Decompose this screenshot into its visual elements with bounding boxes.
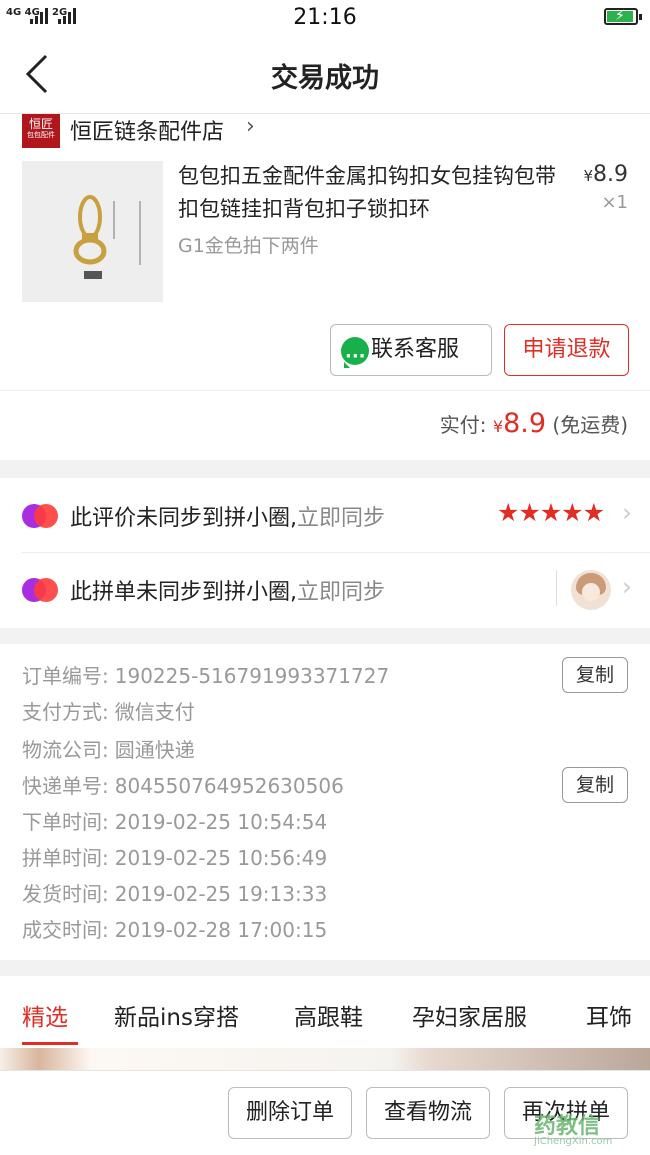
product-quantity: ×1 — [601, 192, 628, 213]
chevron-right-icon: › — [246, 114, 255, 139]
tab-maternity-wear[interactable]: 孕妇家居服 — [412, 998, 527, 1032]
copy-order-number-button[interactable]: 复制 — [562, 657, 628, 693]
shipping-note: (免运费) — [552, 413, 628, 437]
paid-amount: 8.9 — [503, 408, 547, 439]
info-label: 订单编号: — [22, 664, 109, 688]
sync-now-link[interactable]: 立即同步 — [297, 506, 385, 531]
info-label: 发货时间: — [22, 882, 109, 906]
divider — [22, 552, 650, 553]
price-value: 8.9 — [593, 162, 628, 187]
order-sync-text: 此拼单未同步到拼小圈,立即同步 — [70, 574, 385, 606]
info-label: 快递单号: — [22, 774, 109, 798]
product-price: ¥8.9 — [583, 162, 628, 187]
request-refund-button[interactable]: 申请退款 — [504, 324, 629, 376]
group-time-row: 拼单时间: 2019-02-25 10:56:49 — [22, 842, 327, 871]
group-time-value: 2019-02-25 10:56:49 — [114, 846, 328, 870]
section-gap — [0, 960, 650, 976]
watermark: 药教信 JiChengXin.com — [526, 1104, 646, 1152]
payment-method-row: 支付方式: 微信支付 — [22, 696, 195, 725]
pinxiaoquan-icon — [22, 504, 58, 530]
tab-featured[interactable]: 精选 — [22, 998, 68, 1032]
clock: 21:16 — [293, 5, 357, 30]
sync-now-link[interactable]: 立即同步 — [297, 580, 385, 605]
paid-label: 实付: — [439, 413, 487, 437]
tab-earrings[interactable]: 耳饰 — [586, 998, 632, 1032]
currency-symbol: ¥ — [492, 417, 504, 436]
chevron-right-icon: › — [622, 498, 632, 527]
payment-method-value: 微信支付 — [114, 700, 195, 724]
watermark-url: JiChengXin.com — [534, 1136, 613, 1147]
order-number-row: 订单编号: 190225-516791993371727 — [22, 660, 389, 689]
deal-time-row: 成交时间: 2019-02-28 17:00:15 — [22, 914, 327, 943]
order-sync-message: 此拼单未同步到拼小圈, — [70, 580, 297, 605]
tab-high-heels[interactable]: 高跟鞋 — [294, 998, 363, 1032]
currency-symbol: ¥ — [583, 167, 593, 185]
product-title[interactable]: 包包扣五金配件金属扣钩扣女包挂钩包带扣包链挂扣背包扣子锁扣环 — [178, 160, 558, 226]
shop-logo: 恒匠 包包配件 — [22, 114, 60, 148]
divider — [0, 390, 650, 391]
deal-time-value: 2019-02-28 17:00:15 — [114, 918, 328, 942]
active-tab-indicator — [22, 1042, 78, 1045]
copy-tracking-number-button[interactable]: 复制 — [562, 767, 628, 803]
info-label: 下单时间: — [22, 810, 109, 834]
rating-stars: ★★★★★ — [496, 498, 605, 527]
product-spec: G1金色拍下两件 — [178, 235, 319, 257]
avatar — [571, 570, 611, 610]
clasp-image — [22, 161, 163, 302]
review-sync-row[interactable]: 此评价未同步到拼小圈,立即同步 ★★★★★ › — [0, 480, 650, 552]
delete-order-button[interactable]: 删除订单 — [228, 1087, 352, 1139]
order-time-row: 下单时间: 2019-02-25 10:54:54 — [22, 806, 327, 835]
tab-ins-outfits[interactable]: 新品ins穿搭 — [114, 998, 239, 1032]
ship-time-row: 发货时间: 2019-02-25 19:13:33 — [22, 878, 327, 907]
order-number-value: 190225-516791993371727 — [114, 664, 390, 688]
nav-bar: 交易成功 — [0, 36, 650, 114]
info-label: 支付方式: — [22, 700, 109, 724]
amount-paid: 实付: ¥8.9 (免运费) — [440, 408, 628, 439]
chevron-right-icon: › — [622, 572, 632, 601]
info-label: 物流公司: — [22, 738, 109, 762]
chat-bubble-icon — [341, 332, 369, 382]
info-label: 成交时间: — [22, 918, 109, 942]
contact-service-button[interactable]: 联系客服 — [330, 324, 492, 382]
shop-logo-subtext: 包包配件 — [27, 131, 55, 139]
status-bar: 4G 4G 2G 21:16 ⚡ — [0, 0, 650, 36]
recommend-tabs: 精选 新品ins穿搭 高跟鞋 孕妇家居服 耳饰 — [0, 976, 650, 1048]
review-sync-text: 此评价未同步到拼小圈,立即同步 — [70, 500, 385, 532]
vertical-divider — [556, 570, 557, 606]
product-feed-preview[interactable] — [0, 1048, 650, 1070]
view-logistics-button[interactable]: 查看物流 — [366, 1087, 490, 1139]
order-sync-row[interactable]: 此拼单未同步到拼小圈,立即同步 › — [0, 554, 650, 626]
logistics-company-row: 物流公司: 圆通快递 — [22, 734, 195, 763]
ship-time-value: 2019-02-25 19:13:33 — [114, 882, 328, 906]
order-time-value: 2019-02-25 10:54:54 — [114, 810, 328, 834]
section-gap — [0, 460, 650, 478]
shop-name[interactable]: 恒匠链条配件店 — [70, 114, 224, 146]
contact-service-label: 联系客服 — [371, 337, 460, 362]
tracking-number-row: 快递单号: 804550764952630506 — [22, 770, 344, 799]
pinxiaoquan-icon — [22, 578, 58, 604]
product-thumbnail[interactable] — [22, 161, 163, 302]
shop-row[interactable]: 恒匠 包包配件 恒匠链条配件店 › — [0, 114, 650, 154]
info-label: 拼单时间: — [22, 846, 109, 870]
review-sync-message: 此评价未同步到拼小圈, — [70, 506, 297, 531]
battery-icon: ⚡ — [604, 8, 642, 25]
section-gap — [0, 628, 650, 644]
tracking-number-value: 804550764952630506 — [114, 774, 344, 798]
logistics-company-value: 圆通快递 — [114, 738, 195, 762]
page-title: 交易成功 — [271, 63, 379, 94]
shop-logo-text: 恒匠 — [28, 117, 53, 131]
